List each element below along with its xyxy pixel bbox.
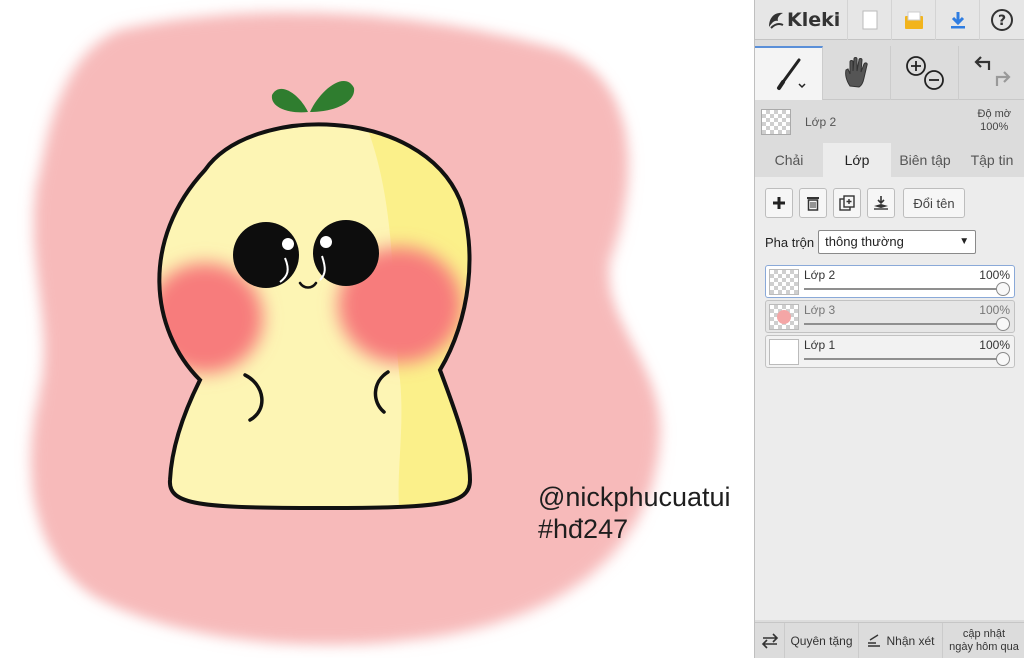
undo-redo-buttons[interactable] [959,46,1024,100]
delete-layer-button[interactable] [799,188,827,218]
download-button[interactable] [935,0,979,40]
swap-icon [761,632,778,649]
layer-thumbnail [769,339,799,365]
top-toolbar: Kleki ? [755,0,1024,40]
zoom-buttons[interactable] [891,46,959,100]
help-glyph: ? [997,13,1005,29]
layer-thumbnail-preview [777,310,791,324]
panel-tabs: Chải Lớp Biên tập Tập tin [755,143,1024,177]
current-layer-name: Lớp 2 [805,115,837,129]
hand-icon [844,57,868,88]
tab-edit[interactable]: Biên tập [891,143,959,177]
layer-opacity-slider-handle[interactable] [996,352,1010,366]
chevron-down-icon: ▼ [959,236,970,247]
brush-icon [776,58,806,90]
delete-layer-icon [807,197,819,211]
kleki-logo[interactable]: Kleki [765,6,840,34]
layers-tab-content: Đổi tên Pha trộn thông thường ▼ Lớp 2 10… [755,177,1024,620]
layer-opacity-slider[interactable] [804,288,1002,290]
swap-side-button[interactable] [755,623,785,658]
feedback-label: Nhận xét [886,633,935,648]
layer-name: Lớp 1 [804,338,836,352]
add-layer-button[interactable] [765,188,793,218]
layer-opacity-value: 100% [979,303,1010,317]
changelog-button[interactable]: cập nhật ngày hôm qua [943,623,1024,658]
layer-item-layer-3[interactable]: Lớp 3 100% [765,300,1015,333]
kleki-logo-text: Kleki [787,9,841,31]
feedback-button[interactable]: Nhận xét [859,623,943,658]
hand-tool-button[interactable] [823,46,891,100]
new-image-icon [862,10,877,30]
side-panel: Kleki ? Lớp 2 Độ mờ 100% Chải Lớp Biên t… [754,0,1024,658]
blend-mode-row: Pha trộn thông thường ▼ [765,229,977,255]
layer-opacity-slider-handle[interactable] [996,317,1010,331]
current-layer-info: Lớp 2 Độ mờ 100% [755,102,1024,142]
layer-opacity-slider[interactable] [804,358,1002,360]
kleki-logo-icon [769,12,784,29]
save-button[interactable] [891,0,935,40]
add-layer-icon [773,197,785,209]
merge-down-icon [874,196,888,210]
layer-item-layer-1[interactable]: Lớp 1 100% [765,335,1015,368]
panel-footer: Quyên tặng Nhận xét cập nhật ngày hôm qu… [755,622,1024,658]
tool-selector [755,46,1024,100]
save-icon [904,11,923,29]
update-line-1: cập nhật [962,627,1006,640]
watermark-handle: @nickphucuatui [538,482,731,512]
blend-mode-label: Pha trộn [765,234,815,250]
canvas-illustration [30,12,660,645]
layer-name: Lớp 3 [804,303,836,317]
help-icon: ? [990,9,1013,31]
tab-brush[interactable]: Chải [755,143,823,177]
merge-down-button[interactable] [867,188,895,218]
tab-layers[interactable]: Lớp [823,143,891,177]
rename-layer-button[interactable]: Đổi tên [903,188,965,218]
watermark-hashtag: #hđ247 [538,514,629,544]
layer-thumbnail [769,269,799,295]
tab-file[interactable]: Tập tin [959,143,1024,177]
blend-mode-select[interactable]: thông thường ▼ [818,230,977,254]
layer-opacity-slider-handle[interactable] [996,282,1010,296]
brush-tool-button[interactable] [755,46,823,100]
feedback-icon [868,633,881,647]
opacity-label: Độ mờ [977,108,1012,120]
layer-opacity-value: 100% [979,268,1010,282]
layer-opacity-value: 100% [979,338,1010,352]
current-layer-opacity: Độ mờ 100% [978,108,1012,134]
donate-button[interactable]: Quyên tặng [785,623,859,658]
current-layer-thumbnail [761,109,791,135]
drawing-canvas[interactable]: @nickphucuatui #hđ247 [0,0,754,658]
help-button[interactable]: ? [979,0,1023,40]
layer-opacity-slider[interactable] [804,323,1002,325]
blend-mode-value: thông thường [825,234,904,249]
new-image-button[interactable] [847,0,891,40]
layer-item-layer-2[interactable]: Lớp 2 100% [765,265,1015,298]
opacity-value: 100% [980,121,1009,133]
undo-redo-icon [974,56,1011,86]
duplicate-layer-icon [839,195,855,211]
update-line-2: ngày hôm qua [949,640,1019,653]
duplicate-layer-button[interactable] [833,188,861,218]
download-icon [950,12,965,29]
layer-name: Lớp 2 [804,268,836,282]
layer-thumbnail [769,304,799,330]
zoom-icon [905,56,944,90]
